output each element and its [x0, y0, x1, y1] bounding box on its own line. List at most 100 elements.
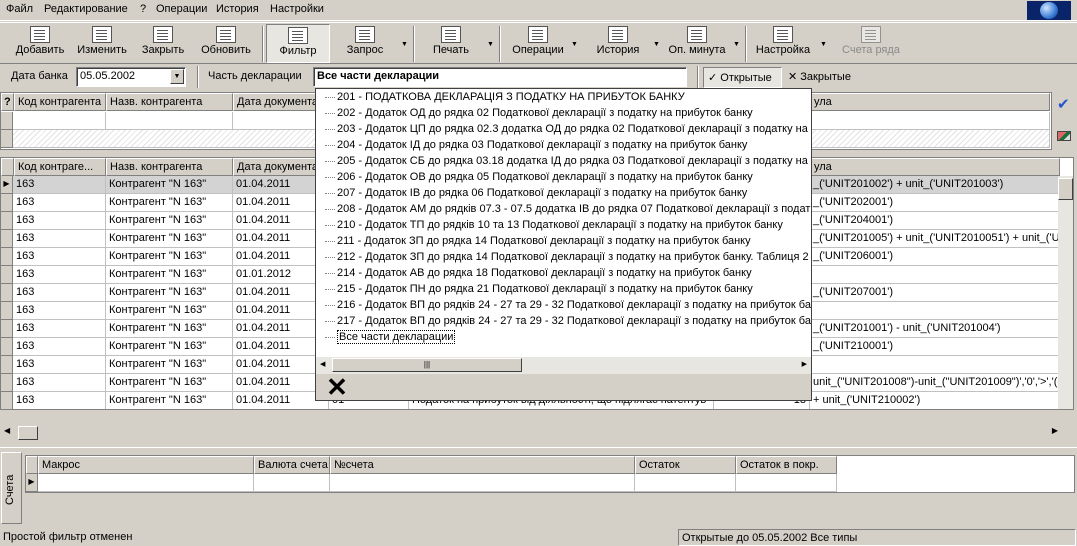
decl-part-option[interactable]: 207 - Додаток ІВ до рядка 06 Податкової … — [316, 185, 747, 201]
table-cell-code[interactable]: 163 — [13, 266, 106, 284]
clear-filter-eraser-icon[interactable] — [1057, 131, 1071, 141]
op-minute-button[interactable]: Оп. минута — [664, 24, 730, 63]
accounts-row[interactable]: ▶ — [26, 474, 837, 492]
table-cell-code[interactable]: 163 — [13, 338, 106, 356]
table-cell-formula[interactable]: unit_("UNIT201008")-unit_("UNIT201009")'… — [810, 374, 1060, 392]
header-formula[interactable]: ула — [810, 93, 1050, 111]
account-counts-button[interactable]: Счета ряда — [836, 24, 906, 63]
header-name[interactable]: Назв. контрагента — [106, 158, 233, 176]
table-cell-name[interactable]: Контрагент "N 163" — [106, 230, 233, 248]
table-cell-name[interactable]: Контрагент "N 163" — [106, 302, 233, 320]
header-balance[interactable]: Остаток — [635, 456, 736, 474]
table-cell-formula[interactable]: _('UNIT206001') — [810, 248, 1060, 266]
table-cell-code[interactable]: 163 — [13, 248, 106, 266]
table-cell-name[interactable]: Контрагент "N 163" — [106, 194, 233, 212]
decl-part-option[interactable]: 216 - Додаток ВП до рядків 24 - 27 та 29… — [316, 297, 811, 313]
account-cell[interactable] — [635, 474, 736, 492]
table-cell-code[interactable]: 163 — [13, 230, 106, 248]
table-cell-code[interactable]: 163 — [13, 284, 106, 302]
close-dropdown-icon[interactable]: ✕ — [322, 374, 352, 400]
bank-date-select[interactable]: 05.05.2002 ▼ — [76, 67, 186, 87]
table-cell-formula[interactable]: _('UNIT201005') + unit_('UNIT2010051') +… — [810, 230, 1060, 248]
header-code[interactable]: Код контрагента — [14, 93, 106, 111]
decl-part-option[interactable]: 211 - Додаток ЗП до рядка 14 Податкової … — [316, 233, 751, 249]
main-grid-vscroll[interactable] — [1058, 176, 1073, 409]
table-cell-code[interactable]: 163 — [13, 374, 106, 392]
table-cell-code[interactable]: 163 — [13, 320, 106, 338]
table-cell-code[interactable]: 163 — [13, 356, 106, 374]
filter-cell[interactable] — [106, 112, 233, 130]
decl-part-option[interactable]: 202 - Додаток ОД до рядка 02 Податкової … — [316, 105, 753, 121]
table-cell-name[interactable]: Контрагент "N 163" — [106, 374, 233, 392]
query-button[interactable]: Запрос — [334, 24, 396, 63]
decl-part-option[interactable]: 203 - Додаток ЦП до рядка 02.3 додатка О… — [316, 121, 811, 137]
decl-part-option[interactable]: 206 - Додаток ОВ до рядка 05 Податкової … — [316, 169, 753, 185]
table-cell-formula[interactable]: _('UNIT210001') — [810, 338, 1060, 356]
filter-cell[interactable] — [810, 112, 1050, 130]
table-cell-name[interactable]: Контрагент "N 163" — [106, 356, 233, 374]
header-code[interactable]: Код контраге... — [14, 158, 106, 176]
table-cell-name[interactable]: Контрагент "N 163" — [106, 338, 233, 356]
apply-filter-check-icon[interactable]: ✔ — [1057, 97, 1073, 113]
header-macro[interactable]: Макрос — [38, 456, 254, 474]
decl-part-option[interactable]: 215 - Додаток ПН до рядка 21 Податкової … — [316, 281, 753, 297]
table-cell-name[interactable]: Контрагент "N 163" — [106, 248, 233, 266]
decl-part-option[interactable]: 208 - Додаток АМ до рядків 07.3 - 07.5 д… — [316, 201, 811, 217]
menu-file[interactable]: Файл — [6, 3, 33, 15]
refresh-button[interactable]: Обновить — [194, 24, 258, 63]
scroll-thumb[interactable]: ||| — [332, 358, 522, 372]
scroll-left-icon[interactable]: ◀ — [4, 426, 10, 435]
filter-button[interactable]: Фильтр — [266, 24, 330, 63]
main-grid-hscroll[interactable]: ◀ ▶ — [2, 425, 1060, 441]
decl-part-option[interactable]: 201 - ПОДАТКОВА ДЕКЛАРАЦІЯ З ПОДАТКУ НА … — [316, 89, 685, 105]
print-button[interactable]: Печать — [420, 24, 482, 63]
table-cell-formula[interactable]: + unit_('UNIT210002') — [810, 392, 1060, 409]
query-dropdown-arrow[interactable]: ▼ — [401, 41, 408, 48]
print-dropdown-arrow[interactable]: ▼ — [487, 41, 494, 48]
header-balance-cover[interactable]: Остаток в покр. — [736, 456, 837, 474]
menu-settings[interactable]: Настройки — [270, 3, 324, 15]
table-cell-code[interactable]: 163 — [13, 194, 106, 212]
table-cell-code[interactable]: 163 — [13, 212, 106, 230]
table-cell-name[interactable]: Контрагент "N 163" — [106, 392, 233, 409]
table-cell-formula[interactable]: _('UNIT201002') + unit_('UNIT201003') — [810, 176, 1060, 194]
table-cell-name[interactable]: Контрагент "N 163" — [106, 266, 233, 284]
table-cell-name[interactable]: Контрагент "N 163" — [106, 284, 233, 302]
scroll-thumb[interactable] — [18, 426, 38, 440]
table-cell-code[interactable]: 163 — [13, 176, 106, 194]
edit-button[interactable]: Изменить — [72, 24, 132, 63]
table-cell-formula[interactable]: _('UNIT204001') — [810, 212, 1060, 230]
decl-part-option[interactable]: Все части декларации — [316, 329, 456, 345]
close-record-button[interactable]: Закрыть — [134, 24, 192, 63]
table-cell-formula[interactable] — [810, 356, 1060, 374]
menu-operations[interactable]: Операции — [156, 3, 207, 15]
dropdown-hscroll[interactable]: ◀ ||| ▶ — [316, 357, 811, 374]
settings-dropdown-arrow[interactable]: ▼ — [820, 41, 827, 48]
table-cell-code[interactable]: 163 — [13, 392, 106, 409]
table-cell-formula[interactable]: _('UNIT207001') — [810, 284, 1060, 302]
decl-part-option[interactable]: 205 - Додаток СБ до рядка 03.18 додатка … — [316, 153, 811, 169]
table-cell-name[interactable]: Контрагент "N 163" — [106, 176, 233, 194]
history-button[interactable]: История — [586, 24, 650, 63]
table-cell-formula[interactable] — [810, 302, 1060, 320]
scroll-thumb[interactable] — [1058, 178, 1073, 200]
account-cell[interactable] — [38, 474, 254, 492]
decl-part-select[interactable]: Все части декларации — [313, 67, 687, 87]
accounts-side-tab[interactable]: Счета — [1, 452, 22, 524]
menu-help[interactable]: ? — [140, 3, 146, 15]
table-cell-code[interactable]: 163 — [13, 302, 106, 320]
add-button[interactable]: Добавить — [8, 24, 72, 63]
scroll-right-icon[interactable]: ▶ — [802, 360, 807, 368]
table-cell-name[interactable]: Контрагент "N 163" — [106, 212, 233, 230]
header-formula[interactable]: ула — [810, 158, 1060, 176]
header-name[interactable]: Назв. контрагента — [106, 93, 233, 111]
account-cell[interactable] — [736, 474, 837, 492]
table-cell-formula[interactable]: _('UNIT202001') — [810, 194, 1060, 212]
header-account-number[interactable]: №счета — [330, 456, 635, 474]
filter-cell[interactable] — [13, 112, 106, 130]
decl-part-option[interactable]: 214 - Додаток АВ до рядка 18 Податкової … — [316, 265, 752, 281]
operations-dropdown-arrow[interactable]: ▼ — [571, 41, 578, 48]
scroll-right-icon[interactable]: ▶ — [1052, 426, 1058, 435]
menu-edit[interactable]: Редактирование — [44, 3, 128, 15]
history-dropdown-arrow[interactable]: ▼ — [653, 41, 660, 48]
